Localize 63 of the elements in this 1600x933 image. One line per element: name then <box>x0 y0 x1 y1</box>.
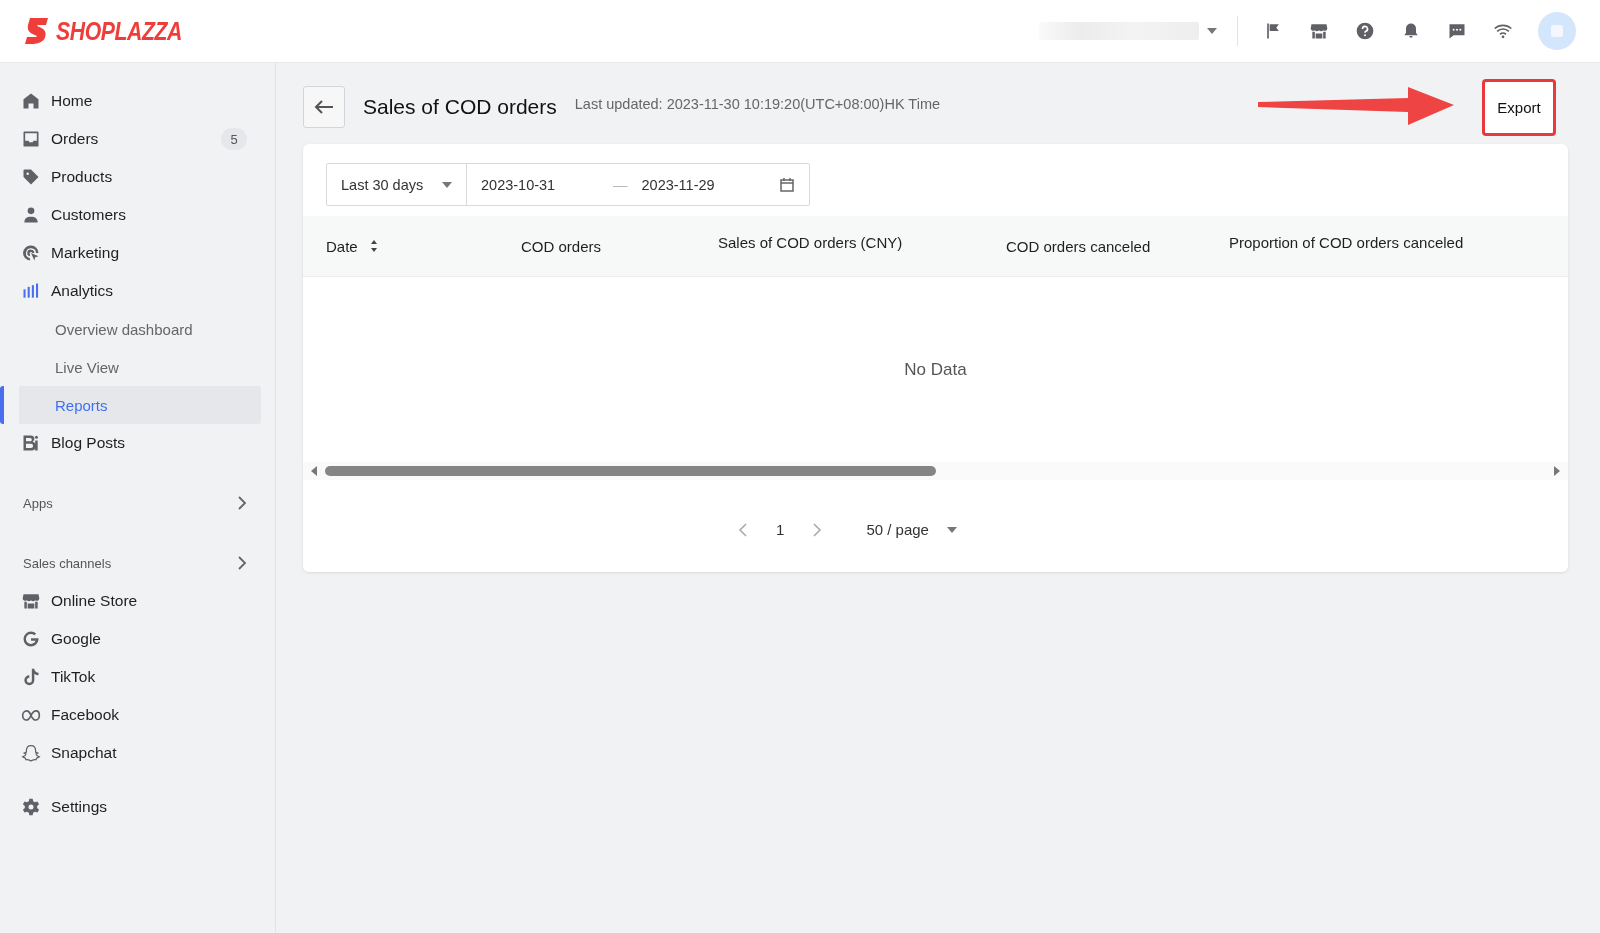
storefront-icon <box>21 591 41 611</box>
sidebar-item[interactable]: Marketing <box>0 234 261 272</box>
scrollbar-thumb[interactable] <box>325 466 936 476</box>
home-icon <box>21 91 41 111</box>
person-icon <box>21 205 41 225</box>
page-title: Sales of COD orders <box>363 95 557 119</box>
tag-icon <box>21 167 41 187</box>
column-header: Proportion of COD orders canceled <box>1229 233 1464 251</box>
inbox-icon <box>21 129 41 149</box>
sidebar-item[interactable]: Orders 5 <box>0 120 261 158</box>
sidebar-item[interactable]: Products <box>0 158 261 196</box>
ghost-icon <box>21 743 41 763</box>
target-pointer-icon <box>21 243 41 263</box>
column-header: COD orders canceled <box>1006 237 1151 255</box>
chevron-left-icon <box>738 522 749 537</box>
g-letter-icon <box>21 629 41 649</box>
gear-icon <box>21 797 41 817</box>
bar-chart-icon <box>21 281 41 301</box>
storefront-icon <box>1309 21 1329 41</box>
sidebar-item[interactable]: Facebook <box>0 696 261 734</box>
column-header: Sales of COD orders (CNY) <box>718 233 903 251</box>
sidebar-item[interactable]: Online Store <box>0 582 261 620</box>
column-header[interactable]: Date <box>326 237 358 255</box>
sort-icon[interactable] <box>369 239 378 253</box>
section-header[interactable]: Sales channels <box>0 544 275 582</box>
sidebar-subitem[interactable]: Overview dashboard <box>0 310 261 348</box>
logo-text: SHOPLAZZA <box>56 16 183 46</box>
scroll-right-icon[interactable] <box>1554 466 1560 476</box>
sidebar-item[interactable]: Home <box>0 82 261 120</box>
last-updated-text: Last updated: 2023-11-30 10:19:20(UTC+08:00)HK Time <box>574 96 941 112</box>
sidebar-item[interactable]: Analytics <box>0 272 261 310</box>
chevron-right-icon <box>812 522 823 537</box>
music-note-icon <box>21 667 41 687</box>
page-number[interactable]: 1 <box>776 521 785 538</box>
help-icon <box>1355 21 1375 41</box>
export-button[interactable]: Export <box>1482 78 1556 136</box>
chat-icon <box>1447 21 1467 41</box>
count-badge: 5 <box>221 128 247 150</box>
previous-page-button[interactable] <box>738 522 749 537</box>
next-page-button[interactable] <box>812 522 823 537</box>
back-button[interactable] <box>303 86 345 128</box>
sidebar-item[interactable]: Customers <box>0 196 261 234</box>
sidebar-item[interactable]: Settings <box>0 788 261 826</box>
caret-icon <box>1207 28 1217 34</box>
section-title: Apps <box>23 495 53 511</box>
column-header: COD orders <box>521 237 602 255</box>
sidebar-item[interactable]: Snapchat <box>0 734 261 772</box>
scroll-left-icon[interactable] <box>311 466 317 476</box>
section-title: Sales channels <box>23 555 112 571</box>
logo-icon <box>24 17 50 45</box>
document-icon <box>21 433 41 453</box>
sidebar-item[interactable]: TikTok <box>0 658 261 696</box>
avatar[interactable] <box>1538 12 1576 50</box>
section-header[interactable]: Apps <box>0 484 275 522</box>
chevron-right-icon <box>237 556 247 570</box>
sidebar-subitem[interactable]: Reports <box>0 386 261 424</box>
back-arrow-icon <box>314 99 334 115</box>
sidebar-item[interactable]: Google <box>0 620 261 658</box>
chevron-right-icon <box>237 496 247 510</box>
empty-state-text: No Data <box>904 359 967 380</box>
page-size-select[interactable]: 50 / page <box>860 520 963 539</box>
sidebar-item[interactable]: Blog Posts <box>0 424 261 462</box>
sidebar-subitem[interactable]: Live View <box>0 348 261 386</box>
